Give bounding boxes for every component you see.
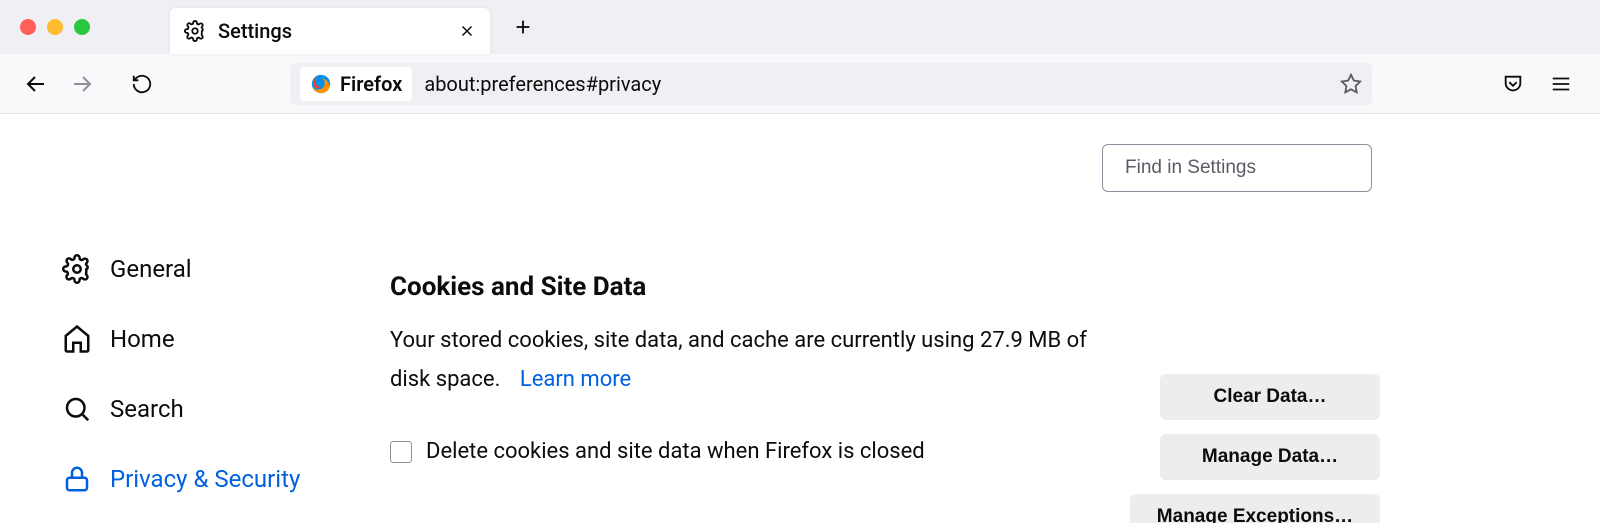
close-icon[interactable] [458,22,476,40]
sidebar-item-label: Home [110,325,175,353]
new-tab-button[interactable] [512,16,534,38]
gear-icon [184,20,206,42]
tab-strip: Settings [0,0,1600,54]
sidebar-item-label: General [110,255,192,283]
sidebar-item-general[interactable]: General [62,234,380,304]
url-bar[interactable]: Firefox about:preferences#privacy [290,63,1372,105]
menu-icon[interactable] [1550,73,1572,95]
identity-label: Firefox [340,72,402,96]
bookmark-star-icon[interactable] [1340,73,1362,95]
sidebar-item-home[interactable]: Home [62,304,380,374]
pocket-icon[interactable] [1502,73,1524,95]
gear-icon [62,254,92,284]
sidebar-item-label: Search [110,395,184,423]
url-text: about:preferences#privacy [424,72,1340,96]
delete-on-close-checkbox[interactable] [390,441,412,463]
window-maximize-button[interactable] [74,19,90,35]
home-icon [62,324,92,354]
window-minimize-button[interactable] [47,19,63,35]
sidebar-item-search[interactable]: Search [62,374,380,444]
toolbar-right [1502,73,1572,95]
settings-search-input[interactable] [1125,157,1370,179]
tab-title: Settings [218,19,458,43]
manage-exceptions-button[interactable]: Manage Exceptions… [1130,494,1380,523]
identity-box[interactable]: Firefox [300,67,412,101]
forward-button[interactable] [64,66,100,102]
reload-button[interactable] [124,66,160,102]
lock-icon [62,464,92,494]
settings-sidebar: General Home Search Privacy & Security [0,114,380,523]
description-text: Your stored cookies, site data, and cach… [390,328,1087,392]
checkbox-label: Delete cookies and site data when Firefo… [426,439,925,464]
window-close-button[interactable] [20,19,36,35]
firefox-icon [310,73,332,95]
settings-main: Cookies and Site Data Your stored cookie… [380,114,1600,523]
back-button[interactable] [18,66,54,102]
button-column: Clear Data… Manage Data… Manage Exceptio… [1160,374,1380,523]
clear-data-button[interactable]: Clear Data… [1160,374,1380,420]
sidebar-item-label: Privacy & Security [110,465,300,493]
browser-tab[interactable]: Settings [170,8,490,54]
sidebar-item-privacy[interactable]: Privacy & Security [62,444,380,514]
settings-content: General Home Search Privacy & Security C… [0,114,1600,523]
section-description: Your stored cookies, site data, and cach… [390,322,1130,399]
cookies-section: Cookies and Site Data Your stored cookie… [390,272,1380,523]
search-icon [62,394,92,424]
delete-on-close-row: Delete cookies and site data when Firefo… [390,439,1130,464]
navigation-toolbar: Firefox about:preferences#privacy [0,54,1600,114]
settings-search[interactable] [1102,144,1372,192]
section-heading: Cookies and Site Data [390,272,1380,302]
learn-more-link[interactable]: Learn more [520,367,631,392]
manage-data-button[interactable]: Manage Data… [1160,434,1380,480]
window-controls [20,19,90,35]
